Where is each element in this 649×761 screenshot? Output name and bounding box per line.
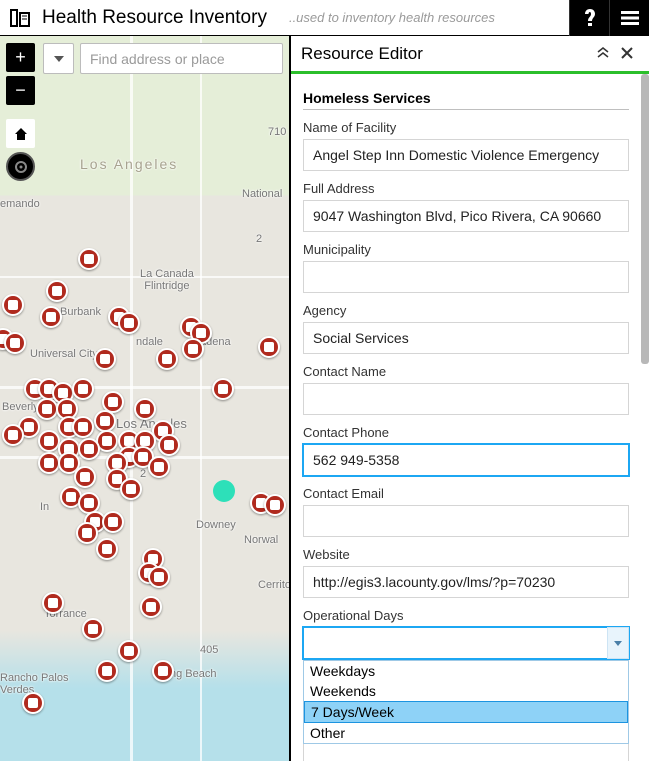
map-label: Downey (196, 519, 236, 531)
map-pin[interactable] (120, 478, 142, 500)
menu-button[interactable] (609, 0, 649, 36)
map-label: emando (0, 198, 40, 210)
map-label: In (40, 501, 49, 513)
map-pin[interactable] (102, 511, 124, 533)
map-label: Cerrito (258, 579, 289, 591)
search-input[interactable] (80, 43, 283, 74)
map-pin[interactable] (78, 438, 100, 460)
map-pin[interactable] (94, 410, 116, 432)
search-scope-dropdown[interactable] (43, 43, 74, 74)
map-pin[interactable] (156, 348, 178, 370)
field-label-contactname: Contact Name (303, 364, 629, 379)
map-pin[interactable] (76, 522, 98, 544)
map-pin[interactable] (42, 592, 64, 614)
map-label: 710 (268, 126, 286, 138)
map-label: Universal City (30, 348, 98, 360)
map-pin[interactable] (148, 566, 170, 588)
map-pin[interactable] (94, 348, 116, 370)
opdays-select[interactable]: Weekdays Weekends 7 Days/Week Other (303, 627, 629, 659)
zoom-in-button[interactable]: + (6, 43, 35, 72)
collapse-button[interactable] (591, 46, 615, 62)
name-input[interactable] (303, 139, 629, 171)
field-label-contactemail: Contact Email (303, 486, 629, 501)
app-header: Health Resource Inventory ..used to inve… (0, 0, 649, 36)
field-label-municipality: Municipality (303, 242, 629, 257)
map-label-area: Los Angeles (80, 156, 178, 172)
municipality-input[interactable] (303, 261, 629, 293)
address-input[interactable] (303, 200, 629, 232)
map-pin[interactable] (264, 494, 286, 516)
resource-editor-panel: Resource Editor Homeless Services Name o… (289, 36, 649, 761)
map-pin[interactable] (212, 378, 234, 400)
map-label: Burbank (60, 306, 101, 318)
map-pin[interactable] (4, 332, 26, 354)
map-pin[interactable] (22, 692, 44, 714)
zoom-out-button[interactable]: − (6, 76, 35, 105)
map-pin[interactable] (72, 416, 94, 438)
contactname-input[interactable] (303, 383, 629, 415)
map-pin[interactable] (148, 456, 170, 478)
map-label: ng Beach (170, 668, 216, 680)
map-pin[interactable] (2, 294, 24, 316)
map-pin[interactable] (38, 430, 60, 452)
map-pin[interactable] (96, 538, 118, 560)
opdays-option[interactable]: Other (304, 723, 628, 743)
app-description: ..used to inventory health resources (267, 10, 569, 25)
map-pin[interactable] (2, 424, 24, 446)
map-pin[interactable] (118, 640, 140, 662)
help-button[interactable] (569, 0, 609, 36)
field-label-website: Website (303, 547, 629, 562)
map-label: 2 (256, 233, 262, 245)
map-pin[interactable] (72, 378, 94, 400)
field-label-address: Full Address (303, 181, 629, 196)
map-pin[interactable] (140, 596, 162, 618)
map-pin[interactable] (78, 248, 100, 270)
map-pin[interactable] (82, 618, 104, 640)
map-pin[interactable] (38, 452, 60, 474)
opdays-dropdown: Weekdays Weekends 7 Days/Week Other (303, 660, 629, 744)
contactphone-input[interactable] (303, 444, 629, 476)
map-label: National (242, 188, 282, 200)
field-label-name: Name of Facility (303, 120, 629, 135)
map-panel[interactable]: Los Angeles 710 National emando 2 La Can… (0, 36, 289, 761)
app-title: Health Resource Inventory (40, 7, 267, 29)
map-pin[interactable] (96, 660, 118, 682)
field-label-opdays: Operational Days (303, 608, 629, 623)
opdays-option[interactable]: Weekends (304, 681, 628, 701)
map-pin[interactable] (134, 398, 156, 420)
map-label: Norwal (244, 534, 278, 546)
locate-button[interactable] (6, 152, 35, 181)
field-label-contactphone: Contact Phone (303, 425, 629, 440)
map-pin[interactable] (40, 306, 62, 328)
contactemail-input[interactable] (303, 505, 629, 537)
app-logo-icon (0, 0, 40, 36)
map-label: 405 (200, 644, 218, 656)
website-input[interactable] (303, 566, 629, 598)
section-title: Homeless Services (303, 90, 629, 110)
agency-input[interactable] (303, 322, 629, 354)
chevron-down-icon[interactable] (607, 627, 629, 659)
home-extent-button[interactable] (6, 119, 35, 148)
map-pin[interactable] (46, 280, 68, 302)
map-pin[interactable] (118, 312, 140, 334)
field-label-agency: Agency (303, 303, 629, 318)
opdays-option[interactable]: Weekdays (304, 661, 628, 681)
map-pin[interactable] (36, 398, 58, 420)
map-label: La Canada Flintridge (140, 268, 194, 292)
map-label: 2 (140, 468, 146, 480)
opdays-option[interactable]: 7 Days/Week (304, 701, 628, 723)
selected-location-marker[interactable] (213, 480, 235, 502)
editor-title: Resource Editor (301, 44, 591, 64)
map-label: ndale (136, 336, 163, 348)
map-pin[interactable] (182, 338, 204, 360)
opdays-select-value[interactable] (303, 627, 629, 659)
map-pin[interactable] (158, 434, 180, 456)
map-pin[interactable] (152, 660, 174, 682)
map-pin[interactable] (258, 336, 280, 358)
map-pin[interactable] (74, 466, 96, 488)
close-button[interactable] (615, 46, 639, 62)
